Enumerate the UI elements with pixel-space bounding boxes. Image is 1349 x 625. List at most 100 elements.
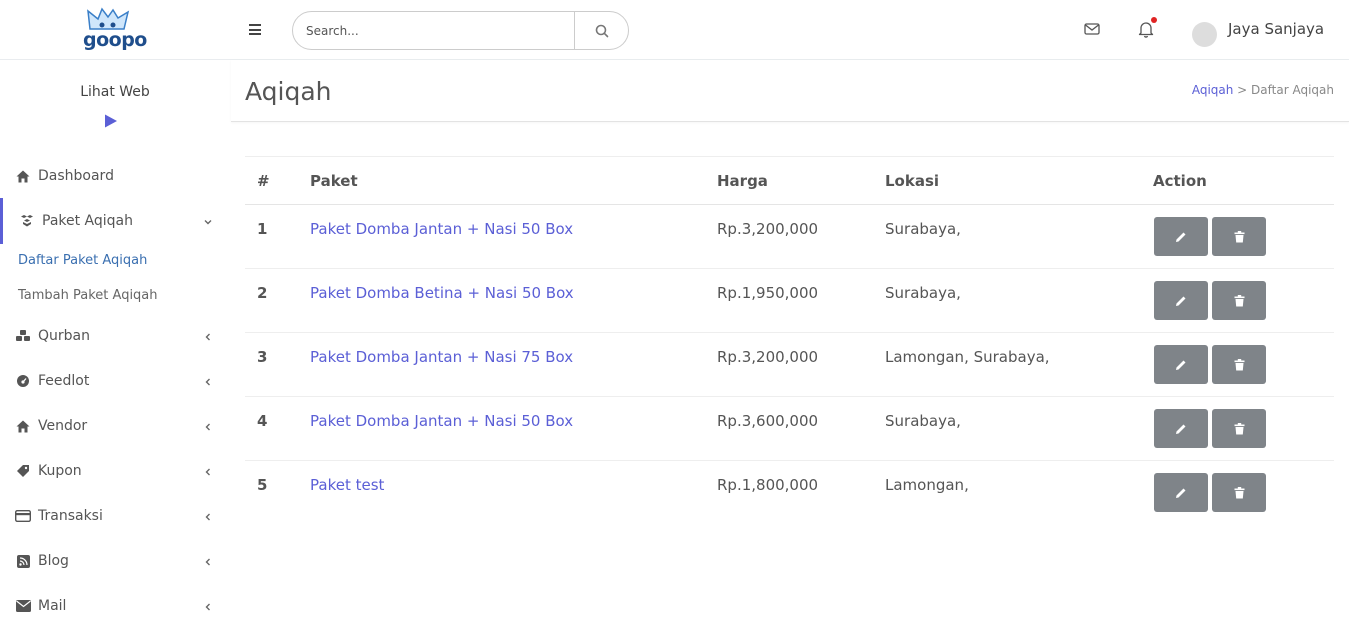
search-button[interactable] bbox=[574, 12, 628, 49]
pencil-icon bbox=[1176, 296, 1186, 306]
envelope-icon bbox=[15, 598, 31, 614]
sidebar-item-blog[interactable]: Blog bbox=[0, 541, 230, 581]
search-box bbox=[292, 11, 629, 50]
notification-dot bbox=[1151, 17, 1157, 23]
pencil-icon bbox=[1176, 360, 1186, 370]
trash-icon bbox=[1234, 486, 1244, 498]
search-icon bbox=[595, 24, 608, 37]
menu-toggle-icon[interactable] bbox=[249, 24, 263, 36]
column-header-number: # bbox=[257, 172, 270, 190]
user-menu[interactable]: Jaya Sanjaya bbox=[1192, 18, 1325, 47]
paket-link[interactable]: Paket Domba Jantan + Nasi 50 Box bbox=[310, 220, 573, 238]
trash-icon bbox=[1234, 294, 1244, 306]
row-number: 4 bbox=[257, 412, 268, 430]
breadcrumb-separator: > bbox=[1233, 83, 1252, 97]
paket-link[interactable]: Paket test bbox=[310, 476, 384, 494]
breadcrumb-link-aqiqah[interactable]: Aqiqah bbox=[1192, 83, 1234, 97]
paket-table: # Paket Harga Lokasi Action 1 Paket Domb… bbox=[245, 156, 1334, 525]
row-number: 5 bbox=[257, 476, 268, 494]
goopo-logo[interactable]: goopo bbox=[80, 5, 150, 53]
tag-icon bbox=[15, 463, 31, 479]
sidebar-item-dashboard[interactable]: Dashboard bbox=[0, 156, 230, 196]
trash-icon bbox=[1234, 230, 1244, 242]
delete-button[interactable] bbox=[1212, 409, 1266, 448]
boxes-icon bbox=[19, 213, 35, 229]
logo-text: goopo bbox=[83, 29, 147, 51]
table-row: 5 Paket test Rp.1,800,000 Lamongan, bbox=[245, 461, 1334, 525]
page-title: Aqiqah bbox=[245, 77, 332, 106]
search-input[interactable] bbox=[293, 12, 575, 49]
chevron-left-icon bbox=[203, 466, 213, 476]
bell-icon bbox=[1138, 21, 1154, 38]
column-header-action: Action bbox=[1153, 172, 1207, 190]
paket-link[interactable]: Paket Domba Jantan + Nasi 50 Box bbox=[310, 412, 573, 430]
chevron-left-icon bbox=[203, 511, 213, 521]
lokasi-value: Lamongan, Surabaya, bbox=[885, 348, 1050, 366]
envelope-icon bbox=[1084, 23, 1100, 35]
mail-button[interactable] bbox=[1083, 20, 1101, 38]
table-row: 2 Paket Domba Betina + Nasi 50 Box Rp.1,… bbox=[245, 269, 1334, 333]
notification-button[interactable] bbox=[1137, 17, 1157, 38]
chevron-down-icon bbox=[203, 216, 213, 226]
paket-link[interactable]: Paket Domba Betina + Nasi 50 Box bbox=[310, 284, 574, 302]
pencil-icon bbox=[1176, 232, 1186, 242]
user-name: Jaya Sanjaya bbox=[1228, 20, 1325, 38]
harga-value: Rp.3,200,000 bbox=[717, 348, 819, 366]
sidebar-item-vendor[interactable]: Vendor bbox=[0, 406, 230, 446]
table-row: 3 Paket Domba Jantan + Nasi 75 Box Rp.3,… bbox=[245, 333, 1334, 397]
edit-button[interactable] bbox=[1154, 345, 1208, 384]
breadcrumb: Aqiqah > Daftar Aqiqah bbox=[1192, 83, 1334, 97]
delete-button[interactable] bbox=[1212, 217, 1266, 256]
sidebar-item-label: Dashboard bbox=[38, 168, 114, 184]
sidebar-item-transaksi[interactable]: Transaksi bbox=[0, 496, 230, 536]
sidebar-item-feedlot[interactable]: Feedlot bbox=[0, 361, 230, 401]
sidebar-subitem-tambah-paket-aqiqah[interactable]: Tambah Paket Aqiqah bbox=[18, 288, 158, 303]
chevron-left-icon bbox=[203, 421, 213, 431]
sidebar-item-label: Qurban bbox=[38, 328, 90, 344]
edit-button[interactable] bbox=[1154, 217, 1208, 256]
harga-value: Rp.3,600,000 bbox=[717, 412, 819, 430]
cubes-icon bbox=[15, 328, 31, 344]
pencil-icon bbox=[1176, 488, 1186, 498]
play-icon bbox=[105, 114, 117, 128]
table-header: # Paket Harga Lokasi Action bbox=[245, 157, 1334, 205]
chevron-left-icon bbox=[203, 331, 213, 341]
content-header: Aqiqah Aqiqah > Daftar Aqiqah bbox=[231, 60, 1349, 122]
lokasi-value: Surabaya, bbox=[885, 412, 961, 430]
sidebar-item-label: Kupon bbox=[38, 463, 82, 479]
edit-button[interactable] bbox=[1154, 409, 1208, 448]
sidebar-item-label: Mail bbox=[38, 598, 67, 614]
harga-value: Rp.1,800,000 bbox=[717, 476, 819, 494]
sidebar-item-label: Vendor bbox=[38, 418, 88, 434]
harga-value: Rp.3,200,000 bbox=[717, 220, 819, 238]
row-number: 2 bbox=[257, 284, 268, 302]
trash-icon bbox=[1234, 422, 1244, 434]
paket-link[interactable]: Paket Domba Jantan + Nasi 75 Box bbox=[310, 348, 573, 366]
sidebar-subitem-daftar-paket-aqiqah[interactable]: Daftar Paket Aqiqah bbox=[18, 253, 147, 268]
rss-icon bbox=[15, 553, 31, 569]
sidebar-item-label: Transaksi bbox=[38, 508, 103, 524]
trash-icon bbox=[1234, 358, 1244, 370]
sidebar-item-qurban[interactable]: Qurban bbox=[0, 316, 230, 356]
delete-button[interactable] bbox=[1212, 473, 1266, 512]
sidebar-item-paket-aqiqah[interactable]: Paket Aqiqah bbox=[0, 198, 230, 244]
sidebar-item-label: Paket Aqiqah bbox=[42, 213, 133, 229]
table-row: 1 Paket Domba Jantan + Nasi 50 Box Rp.3,… bbox=[245, 205, 1334, 269]
delete-button[interactable] bbox=[1212, 281, 1266, 320]
table-row: 4 Paket Domba Jantan + Nasi 50 Box Rp.3,… bbox=[245, 397, 1334, 461]
delete-button[interactable] bbox=[1212, 345, 1266, 384]
row-number: 1 bbox=[257, 220, 268, 238]
credit-card-icon bbox=[15, 508, 31, 524]
home-icon bbox=[15, 168, 31, 184]
lihat-web-label: Lihat Web bbox=[80, 84, 150, 100]
edit-button[interactable] bbox=[1154, 473, 1208, 512]
dashboard-gauge-icon bbox=[15, 373, 31, 389]
lokasi-value: Surabaya, bbox=[885, 284, 961, 302]
column-header-paket: Paket bbox=[310, 172, 358, 190]
sidebar-item-mail[interactable]: Mail bbox=[0, 586, 230, 625]
edit-button[interactable] bbox=[1154, 281, 1208, 320]
lihat-web-button[interactable] bbox=[104, 114, 118, 128]
sidebar-item-kupon[interactable]: Kupon bbox=[0, 451, 230, 491]
chevron-left-icon bbox=[203, 601, 213, 611]
row-number: 3 bbox=[257, 348, 268, 366]
